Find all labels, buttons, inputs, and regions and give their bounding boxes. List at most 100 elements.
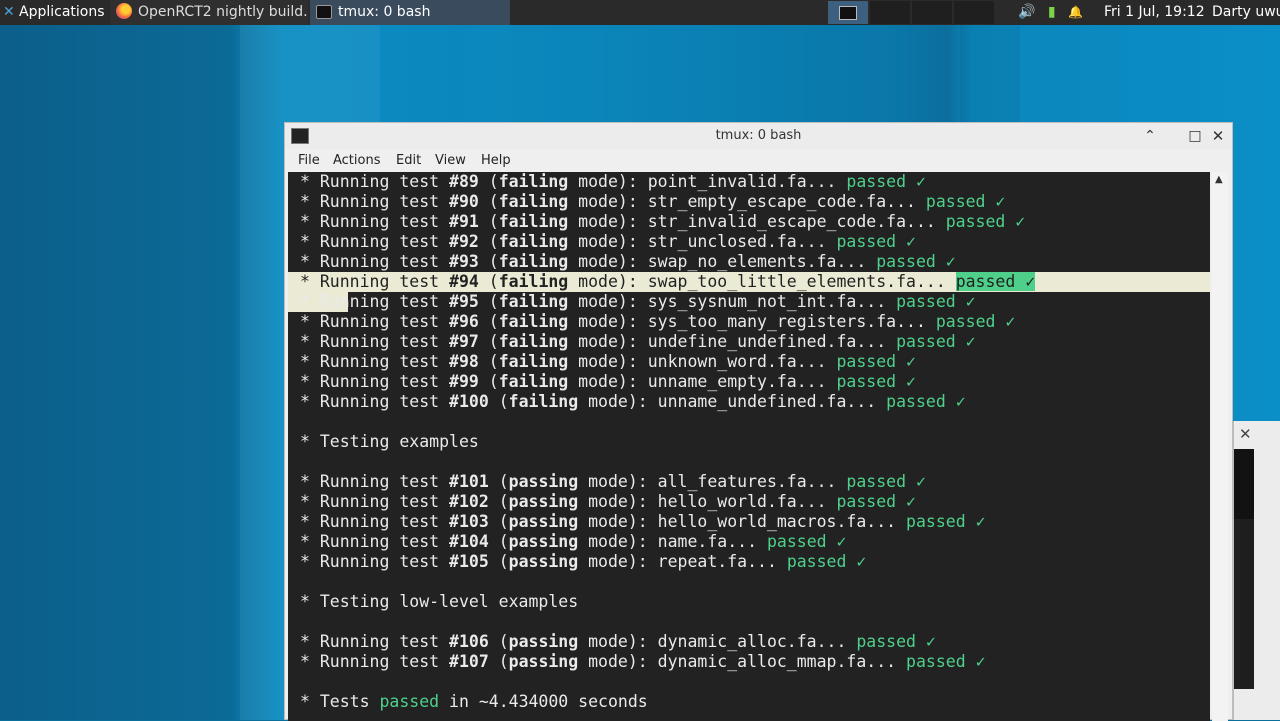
- menu-file[interactable]: File: [298, 153, 320, 168]
- test-file: all_features.fa...: [657, 472, 847, 491]
- user-menu[interactable]: Darty uwu: [1212, 0, 1280, 25]
- test-number: #97: [449, 332, 479, 351]
- passed-status: passed: [886, 392, 946, 411]
- terminal-line: * Running test #94 (failing mode): swap_…: [288, 272, 1210, 292]
- passed-status: passed: [876, 252, 936, 271]
- background-window[interactable]: ✕: [1233, 421, 1280, 720]
- taskbar-label-terminal: tmux: 0 bash: [338, 4, 431, 20]
- scroll-up-arrow-icon[interactable]: ▲: [1215, 174, 1223, 185]
- check-icon: ✓: [896, 492, 916, 511]
- menu-view[interactable]: View: [435, 153, 466, 168]
- test-prefix: * Running test: [300, 312, 450, 331]
- workspace-window-thumbnail: [839, 6, 857, 20]
- test-number: #90: [449, 192, 479, 211]
- terminal-output[interactable]: * Running test #89 (failing mode): point…: [288, 172, 1210, 721]
- paren: (: [488, 512, 509, 531]
- check-icon: ✓: [955, 292, 976, 311]
- check-icon: ✓: [995, 312, 1016, 331]
- test-file: name.fa...: [657, 532, 767, 551]
- test-mode: failing: [498, 172, 569, 191]
- workspace-1[interactable]: [828, 1, 868, 24]
- workspace-2[interactable]: [870, 1, 910, 24]
- passed-status: passed: [836, 492, 897, 511]
- test-prefix: * Running test: [300, 472, 450, 491]
- test-mode: failing: [498, 252, 569, 271]
- window-titlebar[interactable]: tmux: 0 bash ⌃ □ ✕: [285, 123, 1232, 149]
- test-number: #93: [449, 252, 479, 271]
- mode-suffix: mode):: [568, 292, 648, 311]
- test-number: #98: [449, 352, 479, 371]
- minimize-button[interactable]: ⌃: [1140, 126, 1160, 146]
- terminal-line-text: * Tests passed in ~4.434000 seconds: [300, 692, 648, 712]
- terminal-line-text: * Running test #105 (passing mode): repe…: [300, 552, 866, 572]
- terminal-line: * Running test #99 (failing mode): unnam…: [288, 372, 1210, 392]
- paren: (: [478, 272, 499, 291]
- applications-label: Applications: [19, 4, 105, 20]
- terminal-line-text: * Running test #107 (passing mode): dyna…: [300, 652, 986, 672]
- terminal-line: * Running test #92 (failing mode): str_u…: [288, 232, 1210, 252]
- paren: (: [478, 292, 499, 311]
- test-prefix: * Running test: [300, 292, 450, 311]
- workspace-4[interactable]: [954, 1, 994, 24]
- paren: (: [478, 192, 499, 211]
- test-number: #92: [449, 232, 479, 251]
- terminal-line: * Tests passed in ~4.434000 seconds: [288, 692, 1210, 712]
- paren: (: [488, 652, 509, 671]
- test-number: #95: [449, 292, 479, 311]
- close-icon[interactable]: ✕: [1239, 425, 1252, 443]
- applications-menu-button[interactable]: ✕ Applications: [0, 0, 110, 25]
- terminal-line: * Running test #90 (failing mode): str_e…: [288, 192, 1210, 212]
- menu-help[interactable]: Help: [481, 153, 511, 168]
- terminal-line: * Running test #101 (passing mode): all_…: [288, 472, 1210, 492]
- test-number: #99: [449, 372, 479, 391]
- top-panel: ✕ Applications OpenRCT2 nightly build... …: [0, 0, 1280, 25]
- taskbar-button-terminal[interactable]: tmux: 0 bash: [310, 0, 510, 25]
- terminal-line: * Running test #106 (passing mode): dyna…: [288, 632, 1210, 652]
- summary-suffix: in ~4.434000 seconds: [439, 692, 648, 711]
- test-number: #91: [449, 212, 479, 231]
- firefox-icon: [116, 3, 132, 19]
- check-icon: ✓: [826, 532, 847, 551]
- test-number: #105: [449, 552, 489, 571]
- test-prefix: * Running test: [300, 172, 450, 191]
- maximize-button[interactable]: □: [1185, 126, 1205, 146]
- terminal-line-text: * Testing low-level examples: [300, 592, 578, 612]
- paren: (: [478, 332, 499, 351]
- paren: (: [488, 472, 509, 491]
- test-mode: failing: [498, 212, 569, 231]
- notification-bell-icon[interactable]: 🔔: [1068, 5, 1083, 19]
- terminal-scrollbar[interactable]: ▲: [1212, 172, 1228, 721]
- terminal-line: * Running test #105 (passing mode): repe…: [288, 552, 1210, 572]
- taskbar-button-firefox[interactable]: OpenRCT2 nightly build...: [110, 0, 308, 25]
- volume-icon[interactable]: 🔊: [1018, 4, 1035, 20]
- clock[interactable]: Fri 1 Jul, 19:12: [1104, 0, 1205, 25]
- check-icon: ✓: [1015, 272, 1036, 291]
- close-button[interactable]: ✕: [1208, 126, 1228, 146]
- test-mode: failing: [498, 332, 569, 351]
- test-mode: passing: [508, 492, 579, 511]
- menu-actions[interactable]: Actions: [333, 153, 381, 168]
- mode-suffix: mode):: [578, 552, 658, 571]
- check-icon: ✓: [896, 352, 916, 371]
- workspace-3[interactable]: [912, 1, 952, 24]
- check-icon: ✓: [915, 632, 936, 651]
- test-prefix: * Running test: [300, 352, 450, 371]
- test-number: #100: [449, 392, 489, 411]
- test-number: #104: [449, 532, 489, 551]
- paren: (: [478, 232, 499, 251]
- test-number: #94: [449, 272, 479, 291]
- passed-status: passed: [945, 212, 1006, 231]
- check-icon: ✓: [896, 232, 916, 251]
- terminal-line: * Running test #98 (failing mode): unkno…: [288, 352, 1210, 372]
- mode-suffix: mode):: [568, 192, 648, 211]
- terminal-line-text: * Running test #104 (passing mode): name…: [300, 532, 846, 552]
- battery-icon[interactable]: ▮: [1048, 4, 1056, 20]
- menu-edit[interactable]: Edit: [396, 153, 421, 168]
- test-prefix: * Running test: [300, 552, 450, 571]
- xfce-logo-icon: ✕: [3, 4, 15, 20]
- terminal-line-text: * Running test #100 (failing mode): unna…: [300, 392, 966, 412]
- passed-status: passed: [955, 272, 1016, 291]
